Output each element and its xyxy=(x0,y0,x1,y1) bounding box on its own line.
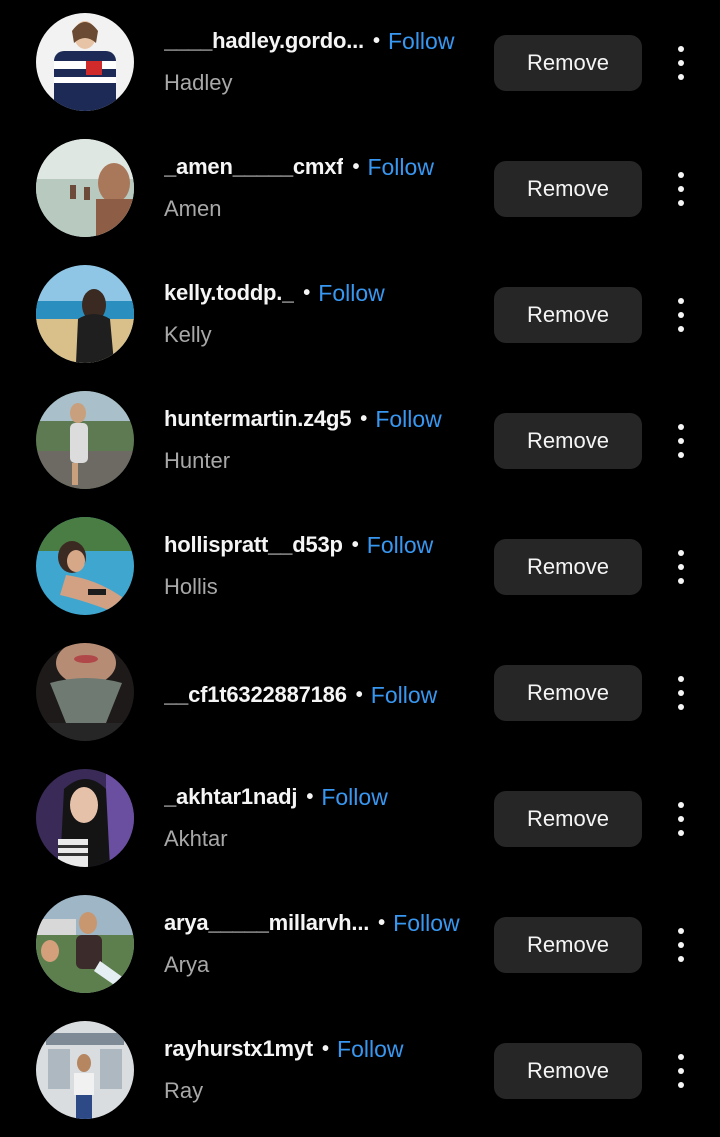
username[interactable]: __cf1t6322887186 xyxy=(164,682,347,708)
follower-text: ____hadley.gordo... • Follow Hadley xyxy=(164,24,484,98)
follow-button[interactable]: Follow xyxy=(321,784,387,811)
avatar[interactable] xyxy=(36,517,134,615)
remove-button[interactable]: Remove xyxy=(494,791,642,847)
username[interactable]: _akhtar1nadj xyxy=(164,784,297,810)
separator-dot: • xyxy=(306,786,314,808)
follower-text: arya_____millarvh... • Follow Arya xyxy=(164,906,484,980)
username[interactable]: rayhurstx1myt xyxy=(164,1036,313,1062)
more-options-icon[interactable] xyxy=(668,800,694,838)
follow-button[interactable]: Follow xyxy=(371,682,437,709)
follower-text: kelly.toddp._ • Follow Kelly xyxy=(164,276,484,350)
followers-list: ____hadley.gordo... • Follow Hadley Remo… xyxy=(0,0,720,1137)
separator-dot: • xyxy=(378,912,386,934)
follow-button[interactable]: Follow xyxy=(375,406,441,433)
follower-row: __cf1t6322887186 • Follow Remove xyxy=(0,630,720,756)
follower-text: hollispratt__d53p • Follow Hollis xyxy=(164,528,484,602)
follower-row: _akhtar1nadj • Follow Akhtar Remove xyxy=(0,756,720,882)
remove-button[interactable]: Remove xyxy=(494,35,642,91)
full-name: Hollis xyxy=(164,574,218,599)
follower-row: ____hadley.gordo... • Follow Hadley Remo… xyxy=(0,0,720,126)
remove-button[interactable]: Remove xyxy=(494,539,642,595)
follower-row: kelly.toddp._ • Follow Kelly Remove xyxy=(0,252,720,378)
follow-button[interactable]: Follow xyxy=(367,532,433,559)
avatar[interactable] xyxy=(36,643,134,741)
full-name: Arya xyxy=(164,952,210,977)
username[interactable]: kelly.toddp._ xyxy=(164,280,294,306)
follower-text: __cf1t6322887186 • Follow xyxy=(164,654,484,712)
more-options-icon[interactable] xyxy=(668,926,694,964)
full-name: Hadley xyxy=(164,70,233,95)
follower-row: arya_____millarvh... • Follow Arya Remov… xyxy=(0,882,720,1008)
separator-dot: • xyxy=(322,1038,330,1060)
more-options-icon[interactable] xyxy=(668,1052,694,1090)
avatar[interactable] xyxy=(36,769,134,867)
follower-row: hollispratt__d53p • Follow Hollis Remove xyxy=(0,504,720,630)
follower-text: _akhtar1nadj • Follow Akhtar xyxy=(164,780,484,854)
avatar[interactable] xyxy=(36,895,134,993)
avatar[interactable] xyxy=(36,265,134,363)
follow-button[interactable]: Follow xyxy=(388,28,454,55)
remove-button[interactable]: Remove xyxy=(494,1043,642,1099)
full-name: Hunter xyxy=(164,448,231,473)
remove-button[interactable]: Remove xyxy=(494,413,642,469)
follower-row: _amen_____cmxf • Follow Amen Remove xyxy=(0,126,720,252)
follower-text: huntermartin.z4g5 • Follow Hunter xyxy=(164,402,484,476)
separator-dot: • xyxy=(352,156,360,178)
username[interactable]: hollispratt__d53p xyxy=(164,532,343,558)
more-options-icon[interactable] xyxy=(668,44,694,82)
more-options-icon[interactable] xyxy=(668,422,694,460)
follow-button[interactable]: Follow xyxy=(393,910,459,937)
separator-dot: • xyxy=(355,684,363,706)
follow-button[interactable]: Follow xyxy=(367,154,433,181)
more-options-icon[interactable] xyxy=(668,170,694,208)
follow-button[interactable]: Follow xyxy=(337,1036,403,1063)
separator-dot: • xyxy=(360,408,368,430)
avatar[interactable] xyxy=(36,13,134,111)
full-name: Amen xyxy=(164,196,222,221)
follower-text: _amen_____cmxf • Follow Amen xyxy=(164,150,484,224)
username[interactable]: huntermartin.z4g5 xyxy=(164,406,351,432)
separator-dot: • xyxy=(372,30,380,52)
more-options-icon[interactable] xyxy=(668,548,694,586)
follower-row: huntermartin.z4g5 • Follow Hunter Remove xyxy=(0,378,720,504)
avatar[interactable] xyxy=(36,1021,134,1119)
remove-button[interactable]: Remove xyxy=(494,917,642,973)
remove-button[interactable]: Remove xyxy=(494,161,642,217)
follow-button[interactable]: Follow xyxy=(318,280,384,307)
remove-button[interactable]: Remove xyxy=(494,665,642,721)
full-name: Akhtar xyxy=(164,826,228,851)
separator-dot: • xyxy=(351,534,359,556)
username[interactable]: _amen_____cmxf xyxy=(164,154,343,180)
follower-text: rayhurstx1myt • Follow Ray xyxy=(164,1032,484,1106)
full-name: Kelly xyxy=(164,322,212,347)
more-options-icon[interactable] xyxy=(668,674,694,712)
avatar[interactable] xyxy=(36,139,134,237)
more-options-icon[interactable] xyxy=(668,296,694,334)
username[interactable]: arya_____millarvh... xyxy=(164,910,369,936)
follower-row: rayhurstx1myt • Follow Ray Remove xyxy=(0,1008,720,1134)
separator-dot: • xyxy=(303,282,311,304)
username[interactable]: ____hadley.gordo... xyxy=(164,28,364,54)
remove-button[interactable]: Remove xyxy=(494,287,642,343)
avatar[interactable] xyxy=(36,391,134,489)
full-name: Ray xyxy=(164,1078,204,1103)
